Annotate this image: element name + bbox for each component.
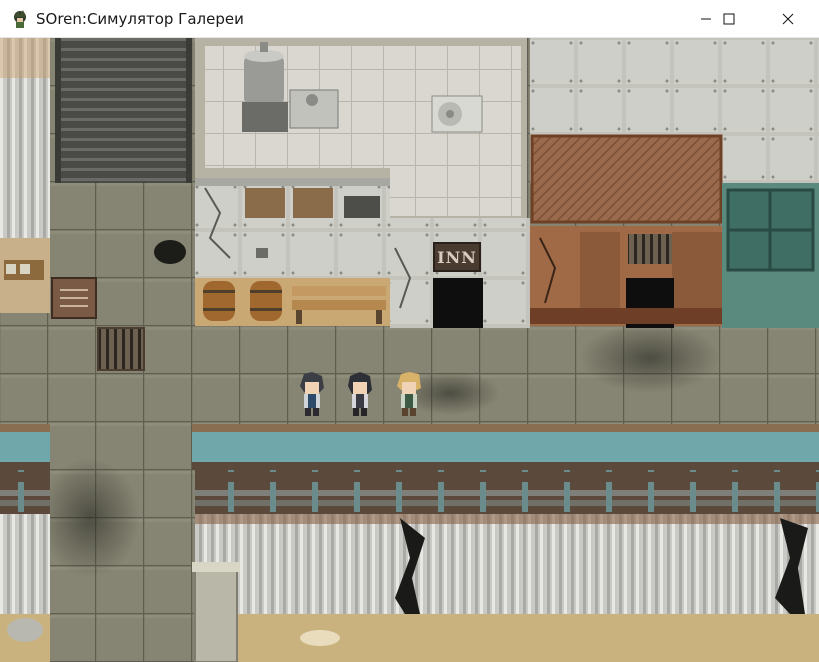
- character-blonde[interactable]: [393, 370, 425, 418]
- maximize-button[interactable]: [706, 0, 752, 38]
- close-button[interactable]: [765, 0, 811, 38]
- close-icon: [782, 13, 794, 25]
- barrel: [250, 281, 282, 321]
- game-map-viewport[interactable]: INN: [0, 38, 819, 662]
- character-dark-haired-2[interactable]: [344, 370, 376, 418]
- barrel: [203, 281, 235, 321]
- character-dark-haired-1[interactable]: [296, 370, 328, 418]
- inn-sign[interactable]: INN: [433, 242, 481, 272]
- maximize-icon: [723, 13, 735, 25]
- app-character-icon: [14, 10, 26, 28]
- window-title: SOren:Симулятор Галереи: [36, 10, 244, 28]
- map-scene: [0, 38, 819, 662]
- title-bar: SOren:Симулятор Галереи: [0, 0, 819, 38]
